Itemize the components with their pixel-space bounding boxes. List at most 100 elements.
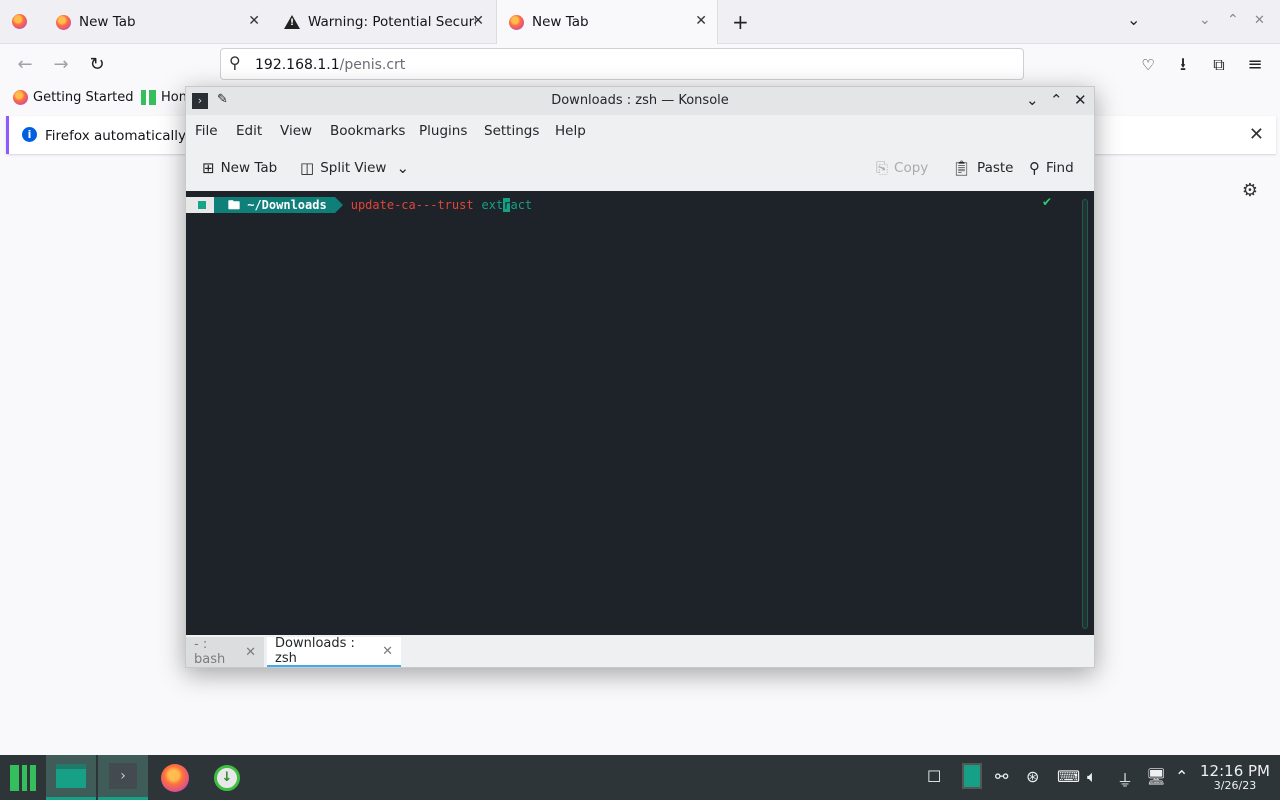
clock-time: 12:16 PM [1200, 762, 1270, 780]
reload-icon[interactable]: ↻ [85, 53, 109, 77]
close-icon[interactable]: ✕ [1074, 91, 1087, 109]
menu-bookmarks[interactable]: Bookmarks [330, 123, 405, 139]
folder-icon [56, 764, 86, 788]
bookmark-label: Hon [161, 90, 187, 105]
firefox-icon [161, 763, 189, 792]
clock-date: 3/26/23 [1213, 779, 1257, 792]
minimize-icon[interactable]: ⌄ [1026, 91, 1039, 109]
session-tab-label: - : bash [194, 637, 226, 667]
os-segment-icon [186, 197, 222, 213]
split-view-label: Split View [320, 160, 387, 176]
usb-icon[interactable]: ⏚ [1117, 767, 1133, 791]
session-tab-zsh[interactable]: Downloads : zsh ✕ [267, 636, 401, 667]
clock[interactable]: 12:16 PM 3/26/23 [1200, 763, 1270, 792]
firefox-view-button[interactable] [12, 14, 27, 33]
copy-label: Copy [894, 160, 929, 176]
kde-connect-icon[interactable]: ⚯ [995, 767, 1008, 786]
window-close-icon[interactable]: ✕ [1254, 13, 1265, 28]
url-path: /penis.crt [339, 57, 406, 73]
gear-icon[interactable]: ⚙ [1242, 180, 1258, 201]
menu-file[interactable]: File [195, 123, 218, 139]
task-firefox[interactable] [150, 755, 200, 800]
info-icon: i [22, 127, 37, 142]
window-title: Downloads : zsh — Konsole [551, 93, 729, 108]
konsole-window: › ✎ Downloads : zsh — Konsole ⌄ ⌃ ✕ File… [185, 86, 1095, 668]
menu-edit[interactable]: Edit [236, 123, 262, 139]
copy-button[interactable]: ⎘ Copy [876, 159, 928, 177]
prompt-directory: 🖿︎ ~/Downloads [214, 197, 343, 213]
window-minimize-icon[interactable]: ⌄ [1199, 12, 1211, 28]
menu-view[interactable]: View [280, 123, 312, 139]
pocket-icon[interactable]: ♡ [1136, 53, 1160, 77]
volume-icon[interactable]: 🔈︎ [1087, 767, 1097, 787]
firefox-icon [56, 14, 71, 30]
scrollbar[interactable] [1082, 199, 1088, 629]
window-titlebar[interactable]: › ✎ Downloads : zsh — Konsole ⌄ ⌃ ✕ [186, 87, 1094, 115]
window-maximize-icon[interactable]: ⌃ [1227, 12, 1239, 28]
search-icon: ⚲ [1029, 159, 1040, 177]
close-tab-icon[interactable]: ✕ [382, 644, 393, 659]
close-tab-icon[interactable]: ✕ [472, 13, 484, 29]
command-argument: extract [481, 198, 533, 212]
checkmark-icon: ✔ [1041, 195, 1052, 209]
application-launcher[interactable] [0, 755, 46, 800]
paste-button[interactable]: 📋︎ Paste [952, 159, 1014, 177]
notification-text: Firefox automatically s [45, 128, 198, 144]
firefox-icon [13, 90, 28, 105]
back-arrow-icon[interactable]: ← [13, 53, 37, 77]
tab-new-tab-1[interactable]: New Tab ✕ [44, 0, 270, 44]
split-view-icon: ◫ [300, 159, 315, 177]
bookmark-home[interactable]: Hon [141, 90, 187, 105]
close-tab-icon[interactable]: ✕ [695, 13, 707, 29]
extensions-icon[interactable]: ⧉ [1207, 53, 1231, 77]
tab-new-tab-2[interactable]: New Tab ✕ [496, 0, 718, 44]
maximize-icon[interactable]: ⌃ [1050, 91, 1063, 109]
terminal-view[interactable]: 🖿︎ ~/Downloads update-ca---trust extract… [186, 191, 1094, 635]
url-host: 192.168.1.1 [255, 57, 340, 73]
chevron-up-icon[interactable]: ⌃ [1175, 767, 1188, 786]
manjaro-icon [10, 764, 36, 791]
session-tab-bash[interactable]: - : bash ✕ [186, 637, 264, 667]
session-tab-bar: - : bash ✕ Downloads : zsh ✕ [186, 636, 1094, 667]
menu-settings[interactable]: Settings [484, 123, 539, 139]
terminal-tray-icon[interactable]: ⌨ [1057, 767, 1080, 786]
menu-help[interactable]: Help [555, 123, 586, 139]
task-downloader[interactable]: ↓ [202, 755, 252, 800]
taskbar: › ↓ ☐ ⚯ ⊛ ⌨ 🔈︎ ⏚ 🖥︎ ⌃ 12:16 PM 3/26/23 [0, 755, 1280, 800]
tab-security-warning[interactable]: Warning: Potential Security Risk Ahead ✕ [272, 0, 494, 44]
new-tab-button[interactable]: ⊞ New Tab [202, 159, 277, 177]
update-icon[interactable]: ⊛ [1026, 767, 1039, 786]
firefox-icon [12, 14, 27, 29]
url-text[interactable]: 192.168.1.1/penis.crt [255, 57, 405, 73]
download-icon: ↓ [214, 764, 240, 791]
show-desktop-icon[interactable]: ☐ [927, 767, 941, 786]
find-button[interactable]: ⚲ Find [1029, 159, 1074, 177]
list-all-tabs-icon[interactable]: ⌄ [1127, 10, 1140, 29]
arg-after-cursor: act [510, 198, 533, 212]
split-view-button[interactable]: ◫ Split View ⌄ [300, 159, 415, 177]
close-tab-icon[interactable]: ✕ [248, 13, 260, 29]
copy-icon: ⎘ [876, 159, 889, 177]
session-tab-label: Downloads : zsh [275, 636, 355, 666]
forward-arrow-icon[interactable]: → [49, 53, 73, 77]
menu-plugins[interactable]: Plugins [419, 123, 467, 139]
close-tab-icon[interactable]: ✕ [245, 645, 256, 660]
bookmark-getting-started[interactable]: Getting Started [13, 90, 134, 105]
tab-label: Warning: Potential Security Risk Ahead [308, 14, 476, 30]
browser-nav-bar: ← → ↻ ⚲ 192.168.1.1/penis.crt ♡ ⭳ ⧉ ≡ [0, 44, 1280, 86]
pager-icon[interactable] [962, 763, 982, 789]
new-tab-button[interactable]: + [732, 10, 749, 34]
task-dolphin[interactable] [46, 755, 96, 800]
paste-label: Paste [977, 160, 1014, 176]
arg-before-cursor: ext [481, 198, 504, 212]
firefox-icon [509, 14, 524, 30]
tab-label: New Tab [79, 14, 136, 30]
downloads-icon[interactable]: ⭳ [1171, 53, 1195, 77]
new-tab-icon: ⊞ [202, 159, 215, 177]
menu-hamburger-icon[interactable]: ≡ [1243, 53, 1267, 77]
task-konsole[interactable]: › [98, 755, 148, 800]
url-bar[interactable]: ⚲ 192.168.1.1/penis.crt [220, 48, 1024, 80]
close-icon[interactable]: ✕ [1249, 124, 1264, 145]
command-name: update-ca---trust [350, 198, 474, 212]
network-icon[interactable]: 🖥︎ [1146, 767, 1166, 786]
